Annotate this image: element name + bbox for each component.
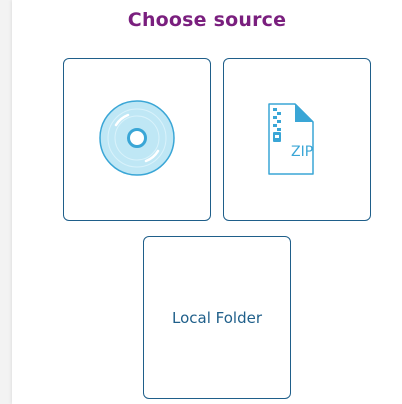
page-title: Choose source: [127, 9, 287, 31]
zip-file-icon: ZIP: [261, 102, 333, 178]
zip-source-button[interactable]: ZIP: [223, 58, 371, 221]
choose-source-panel: Choose source ZIP Local Folder: [12, 0, 402, 404]
local-folder-button[interactable]: Local Folder: [143, 236, 291, 399]
disc-source-button[interactable]: [63, 58, 211, 221]
zip-label: ZIP: [291, 143, 314, 160]
disc-icon: [98, 99, 176, 181]
local-folder-label: Local Folder: [172, 308, 262, 327]
